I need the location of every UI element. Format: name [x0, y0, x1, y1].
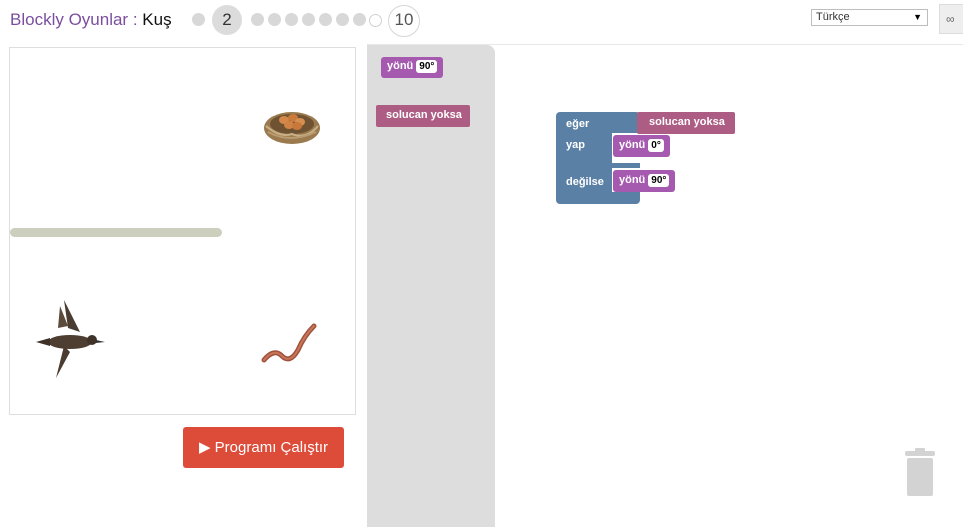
level-9-dot[interactable] [353, 13, 366, 26]
do-heading-value[interactable]: 0° [648, 139, 664, 152]
dropdown-arrow-icon: ▼ [913, 12, 922, 22]
heading-label: yönü [387, 60, 414, 72]
title-separator: : [128, 10, 143, 29]
do-heading-label: yönü [619, 139, 646, 151]
language-select[interactable]: Türkçe ▼ [811, 9, 928, 26]
run-button-label: Programı Çalıştır [214, 439, 329, 456]
game-name: Kuş [142, 10, 172, 29]
play-icon: ▶ [198, 439, 211, 456]
else-heading-value[interactable]: 90° [648, 174, 670, 187]
condition-label: solucan yoksa [386, 109, 462, 121]
language-value: Türkçe [816, 11, 850, 23]
do-heading-block[interactable]: yönü 0° [613, 135, 670, 157]
level-6-dot[interactable] [302, 13, 315, 26]
link-button[interactable]: ∞ [939, 4, 963, 34]
level-8-dot[interactable] [336, 13, 349, 26]
level-3-dot[interactable] [251, 13, 264, 26]
else-label: değilse [566, 176, 604, 188]
level-9b-dot[interactable] [369, 14, 382, 27]
page-title: Blockly Oyunlar : Kuş [10, 10, 172, 30]
heading-value[interactable]: 90° [416, 60, 438, 73]
level-5-dot[interactable] [285, 13, 298, 26]
game-stage [9, 47, 356, 415]
wall-obstacle [10, 228, 222, 237]
workspace-condition-label: solucan yoksa [649, 116, 725, 128]
if-label: eğer [566, 118, 590, 130]
run-program-button[interactable]: ▶ Programı Çalıştır [183, 427, 344, 468]
level-current[interactable]: 2 [212, 5, 242, 35]
level-7-dot[interactable] [319, 13, 332, 26]
do-label: yap [566, 139, 585, 151]
trash-icon[interactable] [903, 447, 937, 497]
nest-icon [264, 112, 320, 144]
else-heading-block[interactable]: yönü 90° [613, 170, 676, 192]
app-title[interactable]: Blockly Oyunlar [10, 10, 128, 29]
link-icon: ∞ [946, 12, 955, 26]
level-last[interactable]: 10 [388, 5, 420, 37]
worm-icon [261, 323, 317, 363]
toolbox-heading-block[interactable]: yönü 90° [381, 57, 444, 78]
toolbox-condition-block[interactable]: solucan yoksa [376, 105, 470, 127]
level-1-dot[interactable] [192, 13, 205, 26]
level-4-dot[interactable] [268, 13, 281, 26]
bird-icon [36, 300, 105, 378]
else-heading-label: yönü [619, 174, 646, 186]
workspace-condition-block[interactable]: solucan yoksa [637, 112, 735, 134]
